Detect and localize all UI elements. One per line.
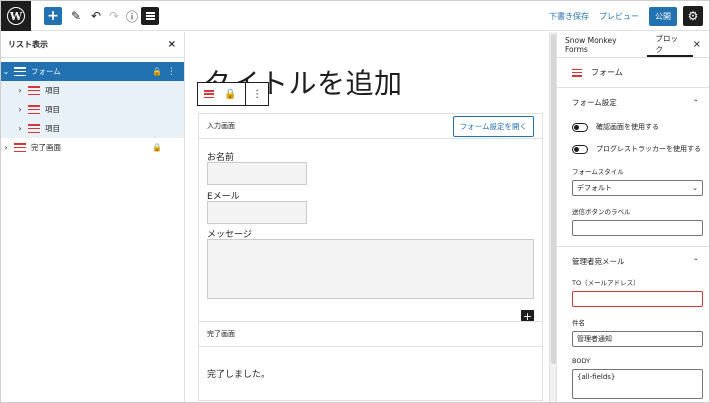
complete-screen-label: 完了画面: [207, 330, 235, 338]
more-options-icon[interactable]: ⋮: [167, 67, 176, 77]
canvas-scrollbar[interactable]: [549, 32, 556, 402]
more-options-icon[interactable]: ⋮: [246, 89, 268, 100]
block-toolbar: 🔒 ⋮: [197, 82, 269, 106]
field-block-icon: [28, 86, 40, 95]
chevron-down-icon: ⌄: [692, 184, 698, 192]
confirm-screen-toggle[interactable]: [572, 122, 588, 132]
wordpress-logo-icon[interactable]: W: [1, 1, 31, 31]
editor-canvas: タイトルを追加 🔒 ⋮ 入力画面 フォーム設定を開く お名前 Eメール メッセー…: [186, 32, 549, 402]
complete-screen-header: 完了画面: [199, 322, 542, 347]
name-input[interactable]: [207, 162, 307, 185]
submit-label-input[interactable]: [572, 220, 703, 236]
list-view-panel: リスト表示 × ⌄ フォーム 🔒 ⋮ › 項目 › 項目 › 項目 › 完了画面…: [1, 32, 185, 402]
input-screen-header: 入力画面 フォーム設定を開く: [199, 114, 542, 139]
body-textarea[interactable]: {all-fields}: [572, 369, 703, 399]
confirm-screen-toggle-row[interactable]: 確認画面を使用する: [557, 116, 709, 138]
list-item-label: 項目: [45, 105, 60, 114]
chevron-down-icon[interactable]: ⌄: [1, 67, 11, 76]
to-address-input[interactable]: [572, 291, 703, 307]
list-item-label: 項目: [45, 86, 60, 95]
message-textarea[interactable]: [207, 239, 534, 299]
field-block-icon: [28, 124, 40, 133]
redo-icon[interactable]: ↷: [105, 7, 123, 25]
chevron-up-icon[interactable]: ⌃: [693, 98, 699, 107]
chevron-right-icon[interactable]: ›: [15, 124, 25, 133]
info-icon[interactable]: ⓘ: [123, 7, 141, 25]
lock-icon: 🔒: [152, 67, 162, 76]
complete-screen-block[interactable]: 完了画面 完了しました。: [198, 321, 543, 401]
submit-label-label: 送信ボタンのラベル: [572, 208, 631, 216]
chevron-right-icon[interactable]: ›: [15, 105, 25, 114]
subject-label: 件名: [572, 319, 585, 327]
sidebar-close-icon[interactable]: ×: [693, 32, 709, 57]
lock-icon: 🔒: [152, 143, 162, 152]
list-view-close-icon[interactable]: ×: [168, 39, 176, 50]
editor-window: W + ✎ ↶ ↷ ⓘ 下書き保存 プレビュー 公開 ⚙ リスト表示 × ⌄ フ…: [0, 0, 710, 403]
list-item-form[interactable]: ⌄ フォーム 🔒 ⋮: [1, 62, 184, 81]
save-draft-button[interactable]: 下書き保存: [549, 11, 589, 22]
form-settings-panel-header[interactable]: フォーム設定 ⌃: [557, 88, 709, 116]
chevron-right-icon[interactable]: ›: [15, 86, 25, 95]
form-style-value: デフォルト: [577, 184, 612, 192]
confirm-screen-label: 確認画面を使用する: [596, 123, 659, 131]
list-item-field[interactable]: › 項目: [1, 119, 184, 138]
list-item-field[interactable]: › 項目: [1, 100, 184, 119]
admin-mail-title: 管理者宛メール: [572, 256, 625, 266]
list-view-title: リスト表示: [8, 40, 48, 49]
form-style-select[interactable]: デフォルト ⌄: [572, 180, 703, 196]
open-form-settings-button[interactable]: フォーム設定を開く: [452, 115, 534, 137]
complete-block-icon: [14, 143, 26, 152]
progress-tracker-label: プログレストラッカーを使用する: [596, 145, 701, 153]
settings-sidebar: Snow Monkey Forms ブロック × フォーム フォーム設定 ⌃ 確…: [556, 32, 709, 402]
lock-icon[interactable]: 🔒: [220, 89, 242, 100]
input-screen-label: 入力画面: [207, 122, 235, 130]
admin-mail-panel-header[interactable]: 管理者宛メール ⌃: [557, 247, 709, 275]
body-label: BODY: [572, 357, 591, 365]
block-card-title: フォーム: [591, 68, 623, 77]
form-block-icon: [572, 68, 582, 77]
field-block-icon: [28, 105, 40, 114]
form-settings-title: フォーム設定: [572, 97, 617, 107]
email-input[interactable]: [207, 201, 307, 224]
list-item-label: 完了画面: [31, 143, 61, 152]
publish-button[interactable]: 公開: [649, 6, 677, 26]
tab-snow-monkey-forms[interactable]: Snow Monkey Forms: [557, 32, 647, 57]
top-toolbar-actions: 下書き保存 プレビュー 公開 ⚙: [549, 1, 709, 31]
block-card: フォーム: [557, 58, 709, 88]
form-style-label: フォームスタイル: [572, 168, 624, 176]
tab-block[interactable]: ブロック: [647, 32, 693, 57]
input-screen-block[interactable]: 入力画面 フォーム設定を開く お名前 Eメール メッセージ +: [198, 113, 543, 327]
list-item-label: フォーム: [31, 67, 61, 76]
sidebar-tabs: Snow Monkey Forms ブロック ×: [557, 32, 709, 58]
form-block-type-icon[interactable]: [198, 90, 220, 98]
top-toolbar: W + ✎ ↶ ↷ ⓘ 下書き保存 プレビュー 公開 ⚙: [1, 1, 709, 31]
chevron-up-icon[interactable]: ⌃: [693, 257, 699, 266]
complete-message[interactable]: 完了しました。: [207, 367, 270, 380]
settings-gear-icon[interactable]: ⚙: [683, 6, 703, 26]
list-item-label: 項目: [45, 124, 60, 133]
subject-input[interactable]: 管理者通知: [572, 331, 703, 347]
list-view-header: リスト表示 ×: [1, 32, 184, 58]
progress-tracker-toggle[interactable]: [572, 144, 588, 154]
list-view-button[interactable]: [141, 7, 159, 25]
preview-button[interactable]: プレビュー: [599, 11, 639, 22]
list-item-complete[interactable]: › 完了画面 🔒: [1, 138, 184, 157]
list-item-field[interactable]: › 項目: [1, 81, 184, 100]
edit-pencil-icon[interactable]: ✎: [67, 7, 85, 25]
chevron-right-icon[interactable]: ›: [1, 143, 11, 152]
to-address-label: TO（メールアドレス）: [572, 279, 640, 287]
form-block-icon: [14, 67, 26, 76]
progress-tracker-toggle-row[interactable]: プログレストラッカーを使用する: [557, 138, 709, 160]
undo-icon[interactable]: ↶: [87, 7, 105, 25]
add-block-button[interactable]: +: [44, 7, 62, 25]
